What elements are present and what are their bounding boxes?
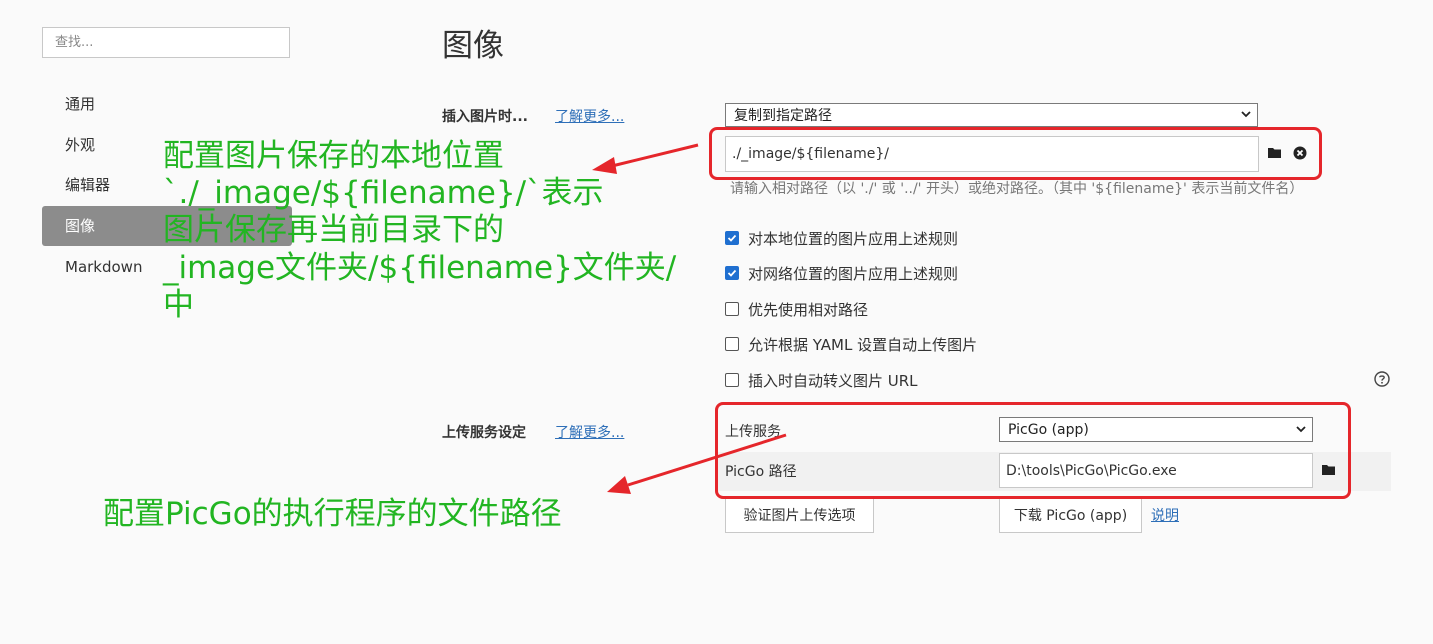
arrowhead-icon: [607, 476, 631, 494]
annotation-image-path-note: 配置图片保存的本地位置 `./_image/${filename}/`表示 图片…: [163, 138, 676, 324]
annotation-line: `./_image/${filename}/`表示: [163, 175, 604, 212]
annotation-line: _image文件夹/${filename}文件夹/: [163, 249, 677, 286]
annotation-line: 图片保存再当前目录下的: [163, 212, 504, 249]
arrow-picgo: [627, 433, 787, 487]
annotation-line: 配置图片保存的本地位置: [163, 138, 504, 174]
annotation-line: 中: [163, 286, 194, 323]
annotation-picgo-note: 配置PicGo的执行程序的文件路径: [103, 496, 562, 532]
